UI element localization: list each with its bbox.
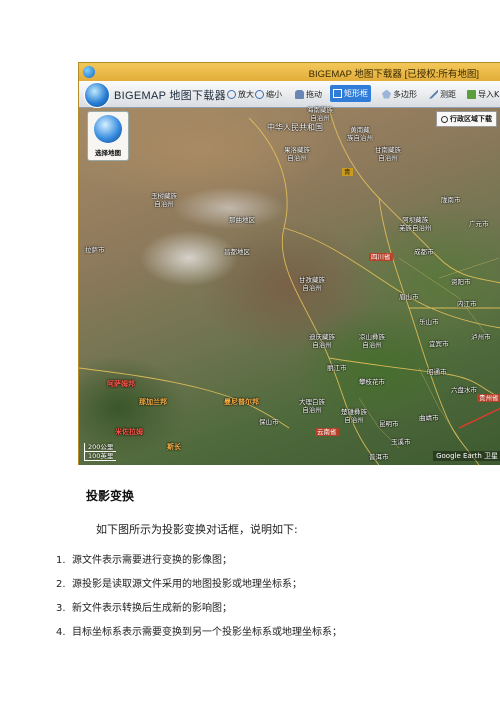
polygon-icon — [382, 89, 391, 99]
measure-button[interactable]: 测距 — [429, 86, 456, 102]
map-label: 阿萨姆邦 — [107, 380, 135, 388]
map-label: 陇南市 — [441, 196, 461, 204]
map-label: 大理白族 自治州 — [299, 398, 325, 414]
hand-icon — [295, 89, 304, 99]
list-item: 3. 新文件表示转换后生成新的影响图； — [56, 603, 232, 614]
map-label: 玉溪市 — [391, 438, 411, 446]
map-label: 资阳市 — [451, 278, 471, 286]
scale-bar: 200公里 100英里 — [84, 443, 117, 461]
map-label: 云南省 — [315, 428, 339, 436]
map-label: 斯长 — [167, 443, 181, 451]
zoom-out-icon — [255, 89, 264, 99]
map-label: 昆明市 — [379, 420, 399, 428]
map-label: 泸州市 — [471, 333, 491, 341]
app-brand: BIGEMAP 地图下载器 — [114, 90, 226, 102]
map-label: 青 — [342, 168, 353, 176]
search-icon — [441, 115, 448, 123]
bigemap-logo-icon — [84, 82, 110, 108]
zoom-in-icon — [227, 89, 236, 99]
import-icon — [467, 89, 476, 99]
map-label: 甘南藏族 自治州 — [375, 146, 401, 162]
ruler-icon — [429, 89, 438, 99]
zoom-in-button[interactable]: 放大 — [227, 86, 254, 102]
list-item: 4. 目标坐标系表示需要变换到另一个投影坐标系或地理坐标系； — [56, 627, 342, 638]
map-label: 米佐拉姆 — [115, 428, 143, 436]
drag-button[interactable]: 拖动 — [295, 86, 322, 102]
bigemap-window: BIGEMAP 地图下载器 [已授权:所有地图] BIGEMAP 地图下载器 放… — [78, 62, 500, 465]
map-label: 甘孜藏族 自治州 — [299, 276, 325, 292]
map-label: 普洱市 — [369, 453, 389, 461]
map-label: 眉山市 — [399, 293, 419, 301]
map-label: 海南藏族 自治州 — [307, 106, 333, 122]
map-label: 阿坝藏族 羌族自治州 — [399, 216, 432, 232]
globe-icon — [94, 115, 122, 143]
satellite-map[interactable]: 选择地图 行政区域下载 海南藏族 自治州 黄南藏 族自治州 中华人民共和国 果洛藏族… — [79, 106, 500, 465]
polygon-select-button[interactable]: 多边形 — [382, 86, 417, 102]
app-icon — [83, 66, 95, 78]
map-label: 那曲地区 — [229, 216, 255, 224]
map-label: 成都市 — [414, 248, 434, 256]
section-heading: 投影变换 — [86, 489, 135, 503]
map-label: 中华人民共和国 — [267, 123, 323, 132]
map-label: 昭通市 — [427, 368, 447, 376]
map-label: 广元市 — [469, 220, 489, 228]
rectangle-icon — [333, 89, 342, 98]
map-label: 曼尼普尔邦 — [224, 398, 259, 406]
select-map-button[interactable]: 选择地图 — [87, 111, 129, 161]
list-item: 1. 源文件表示需要进行变换的影像图； — [56, 555, 232, 566]
intro-paragraph: 如下图所示为投影变换对话框，说明如下: — [96, 523, 298, 536]
map-label: 宜宾市 — [429, 340, 449, 348]
map-credit: Google Earth 卫星 — [433, 451, 500, 461]
import-kml-button[interactable]: 导入KM — [467, 86, 500, 102]
admin-region-download-button[interactable]: 行政区域下载 — [436, 111, 497, 127]
map-label: 保山市 — [259, 418, 279, 426]
title-bar: BIGEMAP 地图下载器 [已授权:所有地图] — [79, 63, 500, 81]
map-label: 楚雄彝族 自治州 — [341, 408, 367, 424]
map-label: 迪庆藏族 自治州 — [309, 333, 335, 349]
map-label: 乐山市 — [419, 318, 439, 326]
map-label: 果洛藏族 自治州 — [284, 146, 310, 162]
map-label: 凉山彝族 自治州 — [359, 333, 385, 349]
map-label: 玉树藏族 自治州 — [151, 192, 177, 208]
map-label: 四川省 — [369, 253, 393, 261]
toolbar: BIGEMAP 地图下载器 放大 缩小 拖动 矩形框 多边形 测距 导入KM — [79, 81, 500, 108]
window-title: BIGEMAP 地图下载器 [已授权:所有地图] — [308, 69, 479, 80]
map-label: 黄南藏 族自治州 — [347, 126, 373, 142]
map-label: 那加兰邦 — [139, 398, 167, 406]
zoom-out-button[interactable]: 缩小 — [255, 86, 282, 102]
map-label: 内江市 — [457, 300, 477, 308]
rectangle-select-button[interactable]: 矩形框 — [330, 85, 371, 102]
map-label: 拉萨市 — [85, 246, 105, 254]
map-label: 攀枝花市 — [359, 378, 385, 386]
list-item: 2. 源投影是读取源文件采用的地图投影或地理坐标系； — [56, 579, 302, 590]
map-label: 六盘水市 — [451, 386, 477, 394]
map-label: 贵州省 — [477, 394, 500, 402]
steps-list: 1. 源文件表示需要进行变换的影像图； 2. 源投影是读取源文件采用的地图投影或… — [56, 554, 342, 650]
map-label: 曲靖市 — [419, 414, 439, 422]
map-label: 丽江市 — [327, 364, 347, 372]
map-label: 昌都地区 — [224, 248, 250, 256]
